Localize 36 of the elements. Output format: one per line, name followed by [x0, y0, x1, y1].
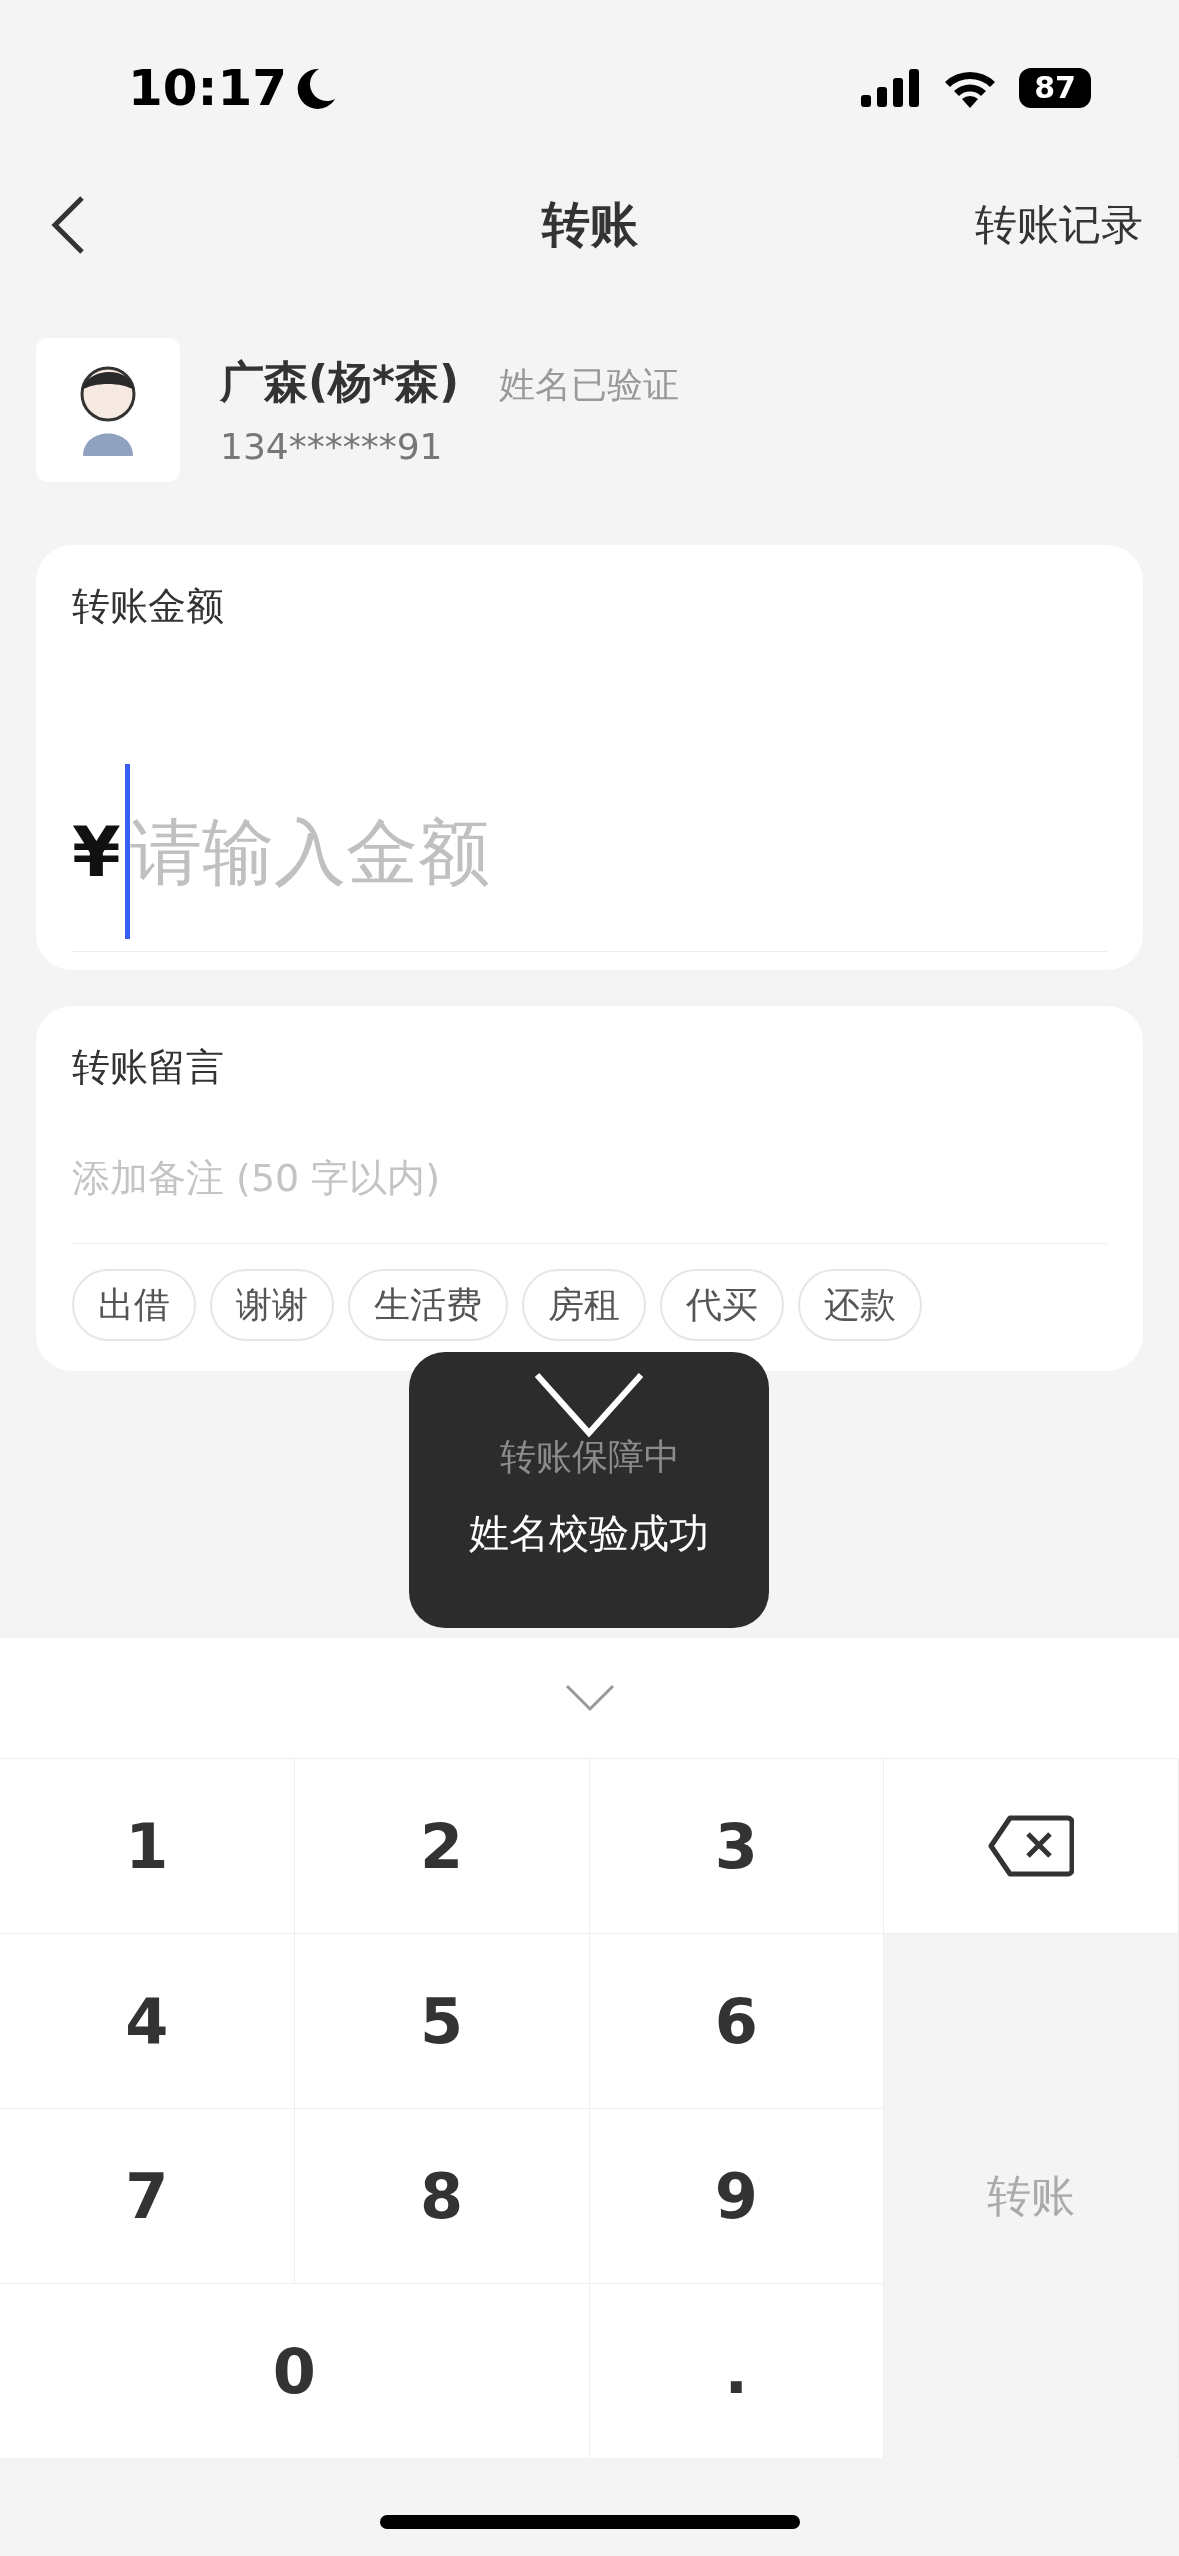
- note-label: 转账留言: [72, 1044, 225, 1091]
- note-tag[interactable]: 还款: [798, 1269, 922, 1341]
- guarantee-text: 转账保障中: [499, 1435, 680, 1479]
- payee-name: 广森(杨*森): [220, 355, 460, 409]
- toast-message: 姓名校验成功: [469, 1509, 709, 1558]
- delete-key[interactable]: [884, 1759, 1179, 1934]
- note-tag[interactable]: 出借: [72, 1269, 196, 1341]
- number-key[interactable]: 3: [589, 1759, 885, 1934]
- note-tag[interactable]: 房租: [522, 1269, 646, 1341]
- amount-label: 转账金额: [72, 583, 225, 630]
- currency-symbol: ¥: [72, 810, 121, 893]
- note-field[interactable]: 添加备注 (50 字以内): [72, 1148, 1107, 1208]
- backspace-icon: [988, 1815, 1075, 1877]
- moon-icon: [297, 66, 338, 109]
- number-key[interactable]: 7: [0, 2109, 295, 2284]
- note-tag[interactable]: 谢谢: [210, 1269, 334, 1341]
- number-key[interactable]: 1: [0, 1759, 295, 1934]
- chevron-down-icon[interactable]: [564, 1684, 615, 1712]
- number-key[interactable]: 8: [294, 2109, 590, 2284]
- back-icon[interactable]: [50, 195, 86, 255]
- number-key[interactable]: 2: [294, 1759, 590, 1934]
- amount-field[interactable]: 请输入金额: [129, 809, 730, 894]
- signal-icon: [861, 68, 921, 107]
- history-link[interactable]: 转账记录: [975, 197, 1143, 253]
- check-icon: [534, 1372, 644, 1438]
- note-tag[interactable]: 代买: [660, 1269, 784, 1341]
- status-time: 10:17: [128, 58, 288, 117]
- page-title: 转账: [541, 195, 638, 254]
- battery-percent: 87: [1034, 70, 1076, 105]
- number-key[interactable]: 6: [589, 1934, 885, 2109]
- payee-phone: 134******91: [220, 426, 444, 467]
- verified-label: 姓名已验证: [499, 363, 680, 407]
- note-tag[interactable]: 生活费: [348, 1269, 508, 1341]
- number-key[interactable]: 4: [0, 1934, 295, 2109]
- number-key[interactable]: 9: [589, 2109, 885, 2284]
- number-key[interactable]: 5: [294, 1934, 590, 2109]
